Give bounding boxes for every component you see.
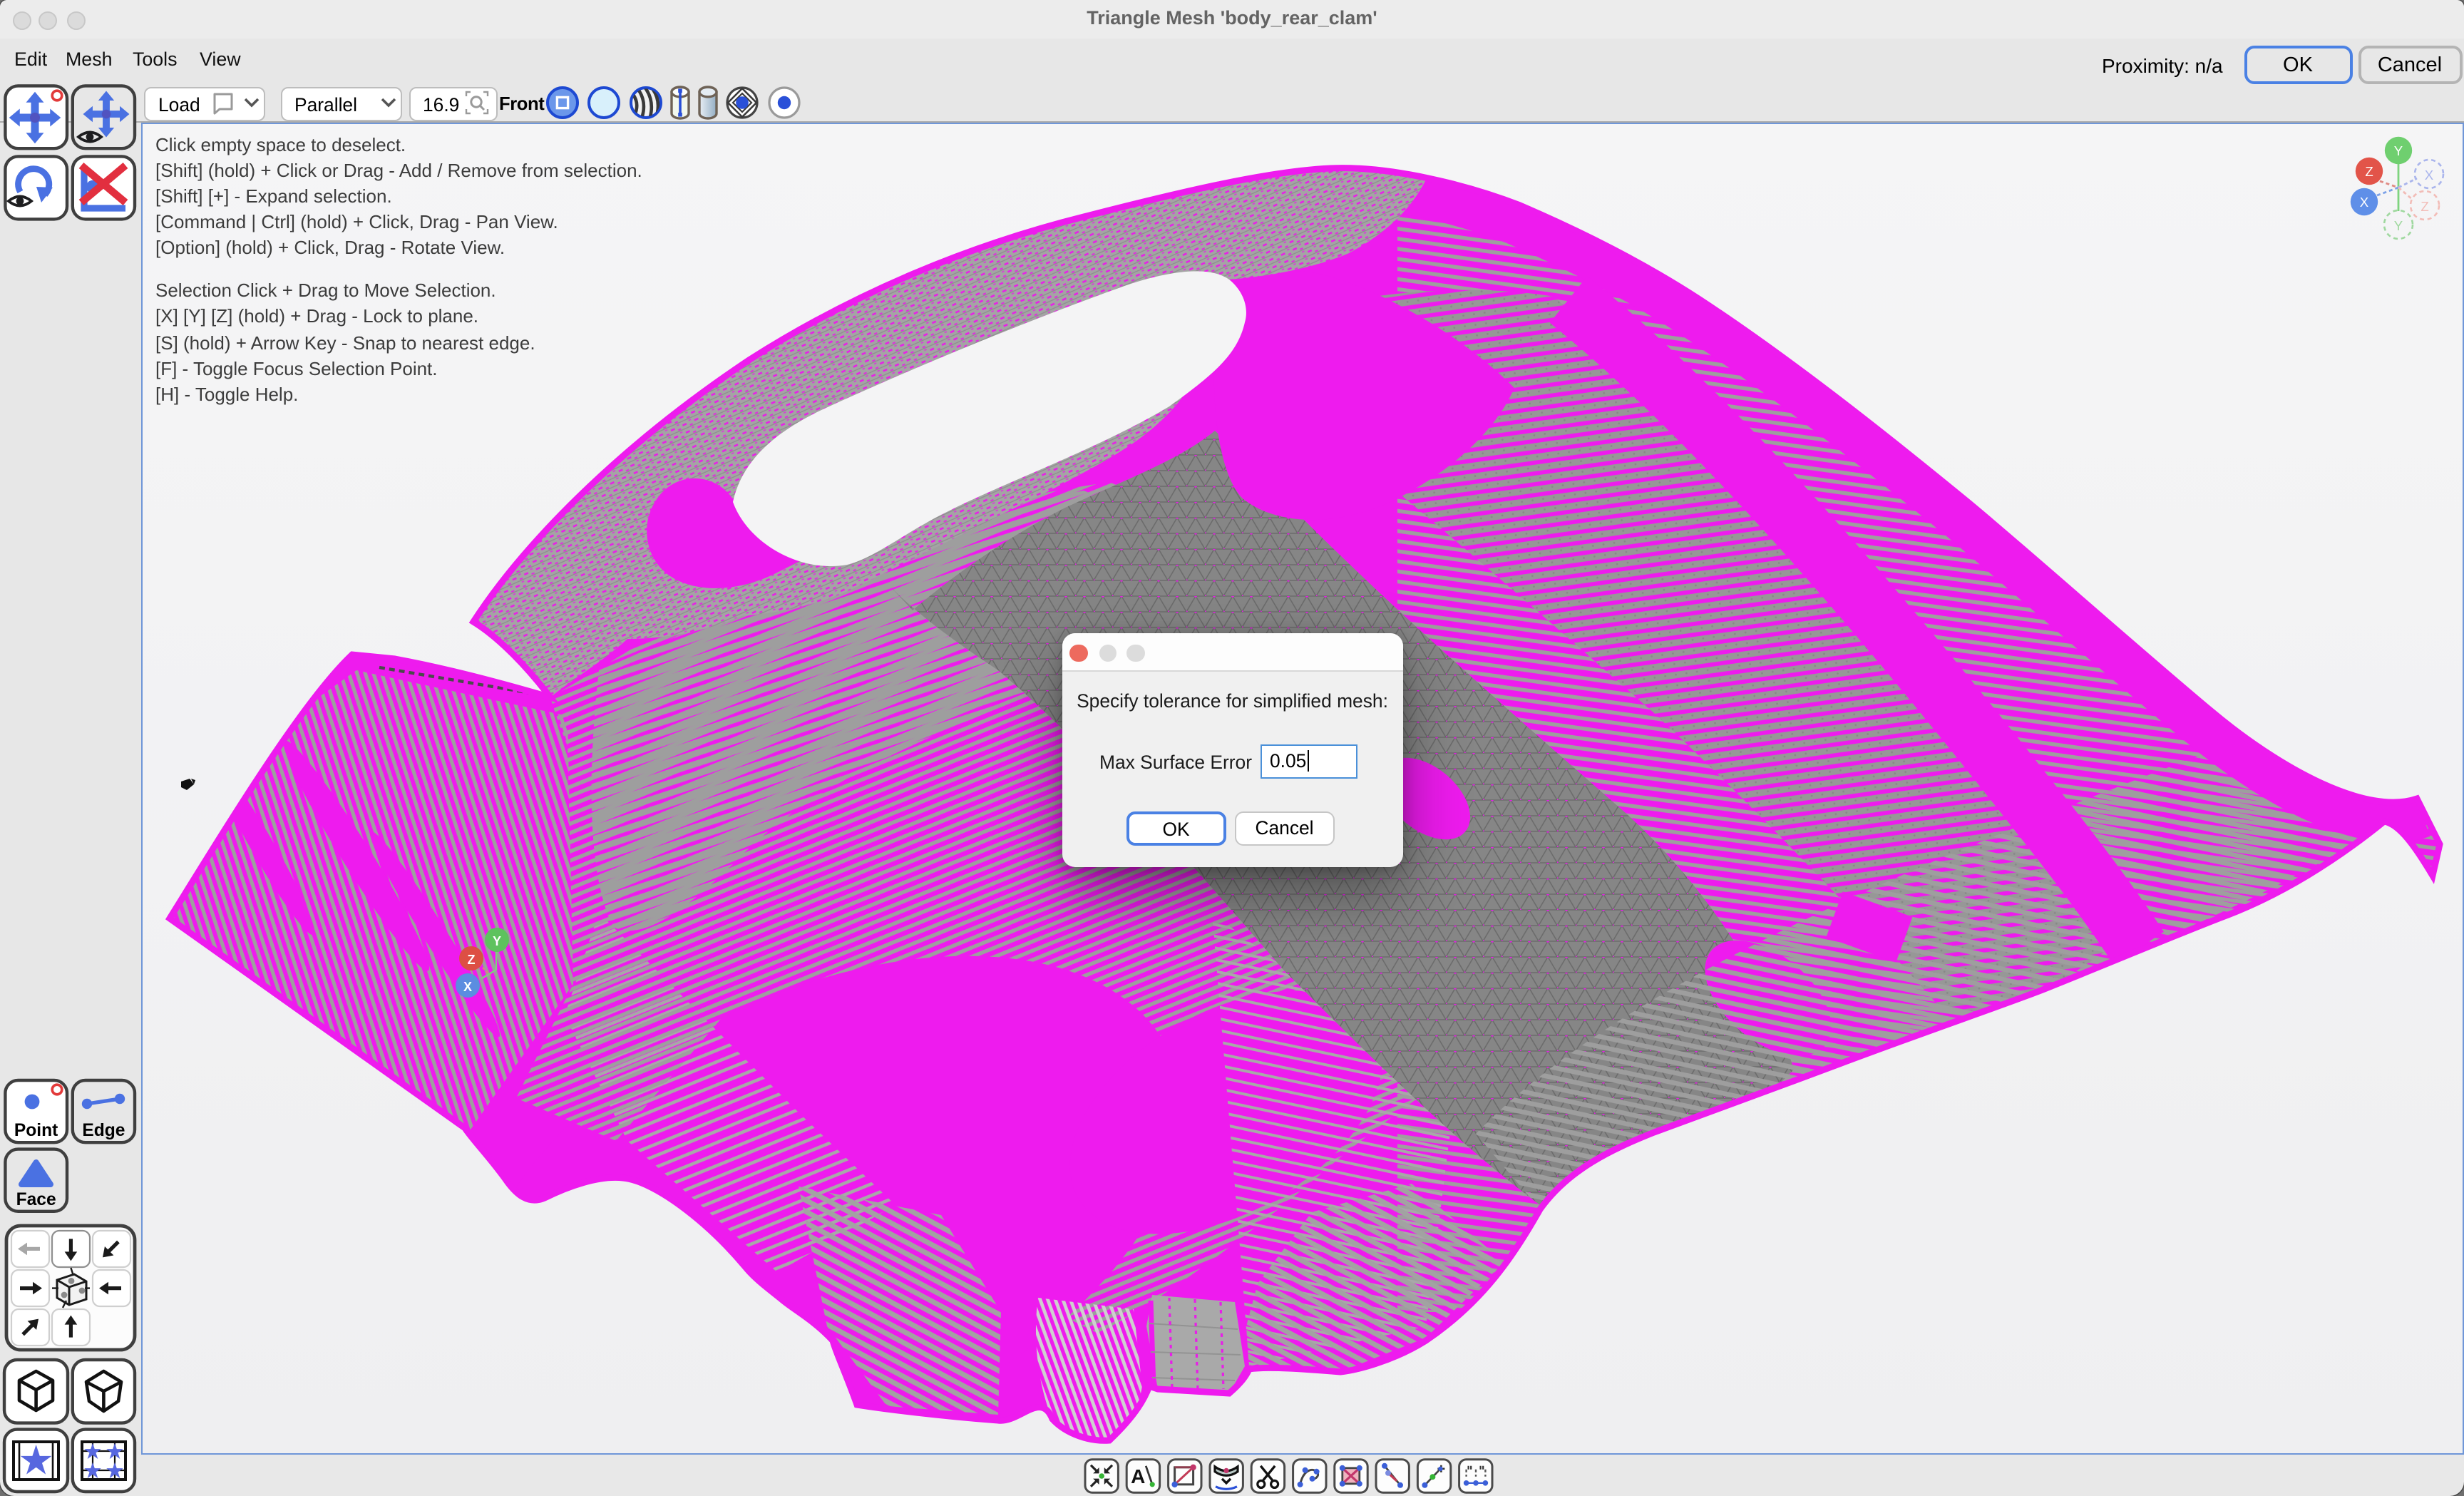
svg-text:A: A xyxy=(1131,1465,1145,1487)
